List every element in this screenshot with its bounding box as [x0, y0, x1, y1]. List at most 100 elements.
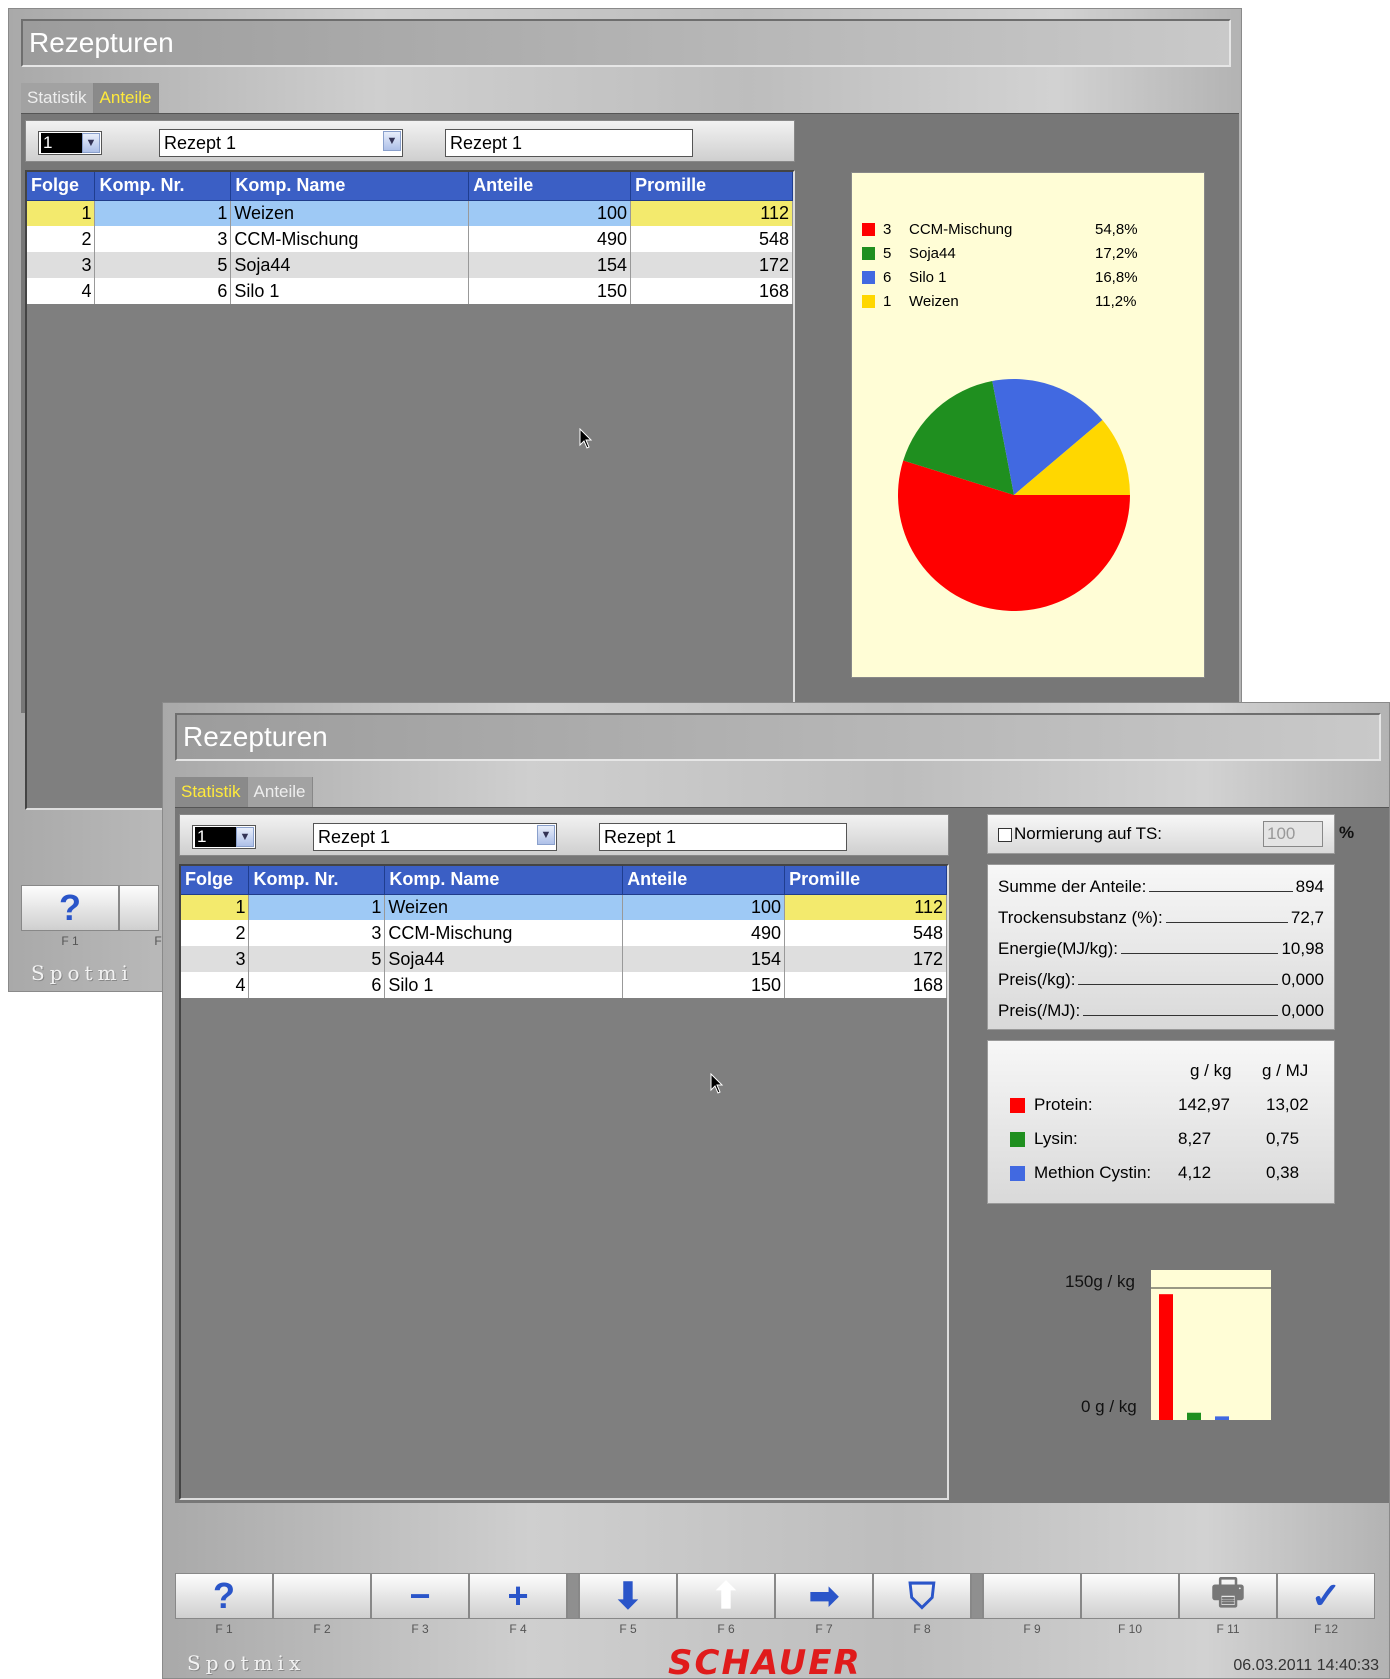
- window-title: Rezepturen: [21, 19, 1231, 67]
- arrow-right-icon: ➡: [808, 1575, 840, 1616]
- fkey-button-3[interactable]: −: [371, 1573, 469, 1619]
- fkey-button-7[interactable]: ➡: [775, 1573, 873, 1619]
- function-key-bar: ? − + ⬇ ⬆ ➡ ⛉ 🖶 ✓: [175, 1571, 1375, 1619]
- col-header[interactable]: Komp. Nr.: [94, 172, 232, 201]
- fkey-label: F 1: [61, 934, 79, 948]
- bar-chart: [1151, 1270, 1271, 1420]
- summary-row: Trockensubstanz (%): 72,7: [998, 908, 1324, 927]
- chevron-down-icon[interactable]: ▼: [236, 827, 254, 847]
- fkey-button-6[interactable]: ⬆: [677, 1573, 775, 1619]
- arrow-down-icon: ⬇: [612, 1575, 644, 1616]
- fkey-button-9[interactable]: [983, 1573, 1081, 1619]
- component-table: Folge Komp. Nr. Komp. Name Anteile Promi…: [179, 864, 949, 1500]
- tab-anteile[interactable]: Anteile: [247, 777, 313, 807]
- fkey-label: F 3: [411, 1622, 429, 1636]
- fkey-label: F 4: [509, 1622, 527, 1636]
- col-header[interactable]: Promille: [630, 172, 793, 201]
- fkey-label: F 12: [1313, 1622, 1338, 1636]
- number-select[interactable]: 1 ▼: [38, 131, 102, 155]
- fkey-separator: [567, 1573, 579, 1619]
- tab-statistik[interactable]: Statistik: [175, 777, 248, 807]
- chevron-down-icon[interactable]: ▼: [383, 131, 401, 151]
- normierung-checkbox[interactable]: [998, 828, 1012, 842]
- bar-protein: [1159, 1294, 1173, 1420]
- help-button[interactable]: ?: [21, 885, 119, 931]
- recipe-select[interactable]: Rezept 1 ▼: [159, 129, 403, 157]
- fkey-button-12[interactable]: ✓: [1277, 1573, 1375, 1619]
- chevron-down-icon[interactable]: ▼: [82, 133, 100, 153]
- nutrient-gmj: 0,38: [1266, 1163, 1300, 1182]
- nutrient-label: Lysin:: [1034, 1129, 1078, 1148]
- table-row[interactable]: 1 1 Weizen 100 112: [181, 894, 947, 920]
- nutrient-swatch: [1010, 1132, 1025, 1147]
- recipe-select[interactable]: Rezept 1 ▼: [313, 823, 557, 851]
- ytick-top: 150g / kg: [1065, 1272, 1135, 1291]
- tab-bar: Statistik Anteile: [21, 83, 159, 113]
- fkey-label: F 7: [815, 1622, 833, 1636]
- fkey-button-5[interactable]: ⬇: [579, 1573, 677, 1619]
- minus-icon: −: [409, 1575, 431, 1616]
- fkey-label: F 5: [619, 1622, 637, 1636]
- fkey-button-10[interactable]: [1081, 1573, 1179, 1619]
- help-icon: ?: [59, 887, 81, 928]
- fkey-button-1[interactable]: ?: [175, 1573, 273, 1619]
- col-header[interactable]: Komp. Name: [230, 172, 470, 201]
- table-row[interactable]: 2 3 CCM-Mischung 490 548: [27, 226, 793, 252]
- normierung-input[interactable]: 100: [1263, 821, 1323, 847]
- col-header[interactable]: Folge: [27, 172, 96, 201]
- table-row[interactable]: 4 6 Silo 1 150 168: [27, 278, 793, 304]
- summary-row: Summe der Anteile: 894: [998, 877, 1324, 896]
- nutrient-gmj: 13,02: [1266, 1095, 1309, 1114]
- nutrient-gkg: 4,12: [1178, 1163, 1212, 1182]
- col-header[interactable]: Folge: [181, 866, 250, 895]
- recipe-toolbar: 1 ▼ Rezept 1 ▼ Rezept 1: [25, 120, 795, 162]
- fkey-label: F 9: [1023, 1622, 1041, 1636]
- fkey-separator: [971, 1573, 983, 1619]
- recipe-name-field[interactable]: Rezept 1: [599, 823, 847, 851]
- ytick-bottom: 0 g / kg: [1081, 1397, 1137, 1416]
- window-title: Rezepturen: [175, 713, 1381, 761]
- fkey-label: F 6: [717, 1622, 735, 1636]
- col-header[interactable]: Komp. Nr.: [248, 866, 386, 895]
- chevron-down-icon[interactable]: ▼: [537, 825, 555, 845]
- f2-button[interactable]: [119, 885, 159, 931]
- nutrient-label: Methion Cystin:: [1034, 1163, 1152, 1182]
- recipe-name-field[interactable]: Rezept 1: [445, 129, 693, 157]
- nutrient-label: Protein:: [1034, 1095, 1093, 1114]
- brand-spotmix: Spotmix: [187, 1651, 306, 1675]
- nutrient-gkg: 142,97: [1178, 1095, 1230, 1114]
- help-icon: ?: [213, 1575, 235, 1616]
- brand-logo: Spotmi: [31, 961, 133, 985]
- tab-bar: Statistik Anteile: [175, 777, 313, 807]
- table-row[interactable]: 4 6 Silo 1 150 168: [181, 972, 947, 998]
- table-row[interactable]: 1 1 Weizen 100 112: [27, 200, 793, 226]
- col-header[interactable]: Komp. Name: [384, 866, 624, 895]
- brand-schauer: SCHAUER: [668, 1643, 862, 1679]
- fkey-label: F 1: [215, 1622, 233, 1636]
- front-window: Rezepturen Statistik Anteile 1 ▼ Rezept 1…: [162, 702, 1390, 1679]
- number-select[interactable]: 1 ▼: [192, 825, 256, 849]
- fkey-label: F 8: [913, 1622, 931, 1636]
- table-row[interactable]: 2 3 CCM-Mischung 490 548: [181, 920, 947, 946]
- col-header[interactable]: Promille: [784, 866, 947, 895]
- tab-statistik[interactable]: Statistik: [21, 83, 94, 113]
- col-header[interactable]: Anteile: [622, 866, 786, 895]
- content-panel: 1 ▼ Rezept 1 ▼ Rezept 1 Folge Komp. Nr. Ko…: [175, 807, 1389, 1503]
- table-row[interactable]: 3 5 Soja44 154 172: [27, 252, 793, 278]
- fkey-button-8[interactable]: ⛉: [873, 1573, 971, 1619]
- nutrients-box: g / kg g / MJ Protein: 142,97 13,02 Lysin: 8…: [987, 1040, 1335, 1204]
- hopper-icon: ⛉: [908, 1574, 936, 1616]
- tab-anteile[interactable]: Anteile: [93, 83, 159, 113]
- fkey-button-11[interactable]: 🖶: [1179, 1571, 1277, 1619]
- normierung-box: Normierung auf TS: 100: [987, 814, 1335, 854]
- recipe-toolbar: 1 ▼ Rezept 1 ▼ Rezept 1: [179, 814, 949, 856]
- bar-methion-cystin: [1215, 1416, 1229, 1420]
- summary-row: Energie(MJ/kg): 10,98: [998, 939, 1324, 958]
- fkey-button-4[interactable]: +: [469, 1573, 567, 1619]
- summary-row: Preis(/MJ): 0,000: [998, 1001, 1324, 1020]
- col-header[interactable]: Anteile: [468, 172, 632, 201]
- nutrient-gmj: 0,75: [1266, 1129, 1300, 1148]
- table-row[interactable]: 3 5 Soja44 154 172: [181, 946, 947, 972]
- nutrient-gkg: 8,27: [1178, 1129, 1212, 1148]
- fkey-button-2[interactable]: [273, 1573, 371, 1619]
